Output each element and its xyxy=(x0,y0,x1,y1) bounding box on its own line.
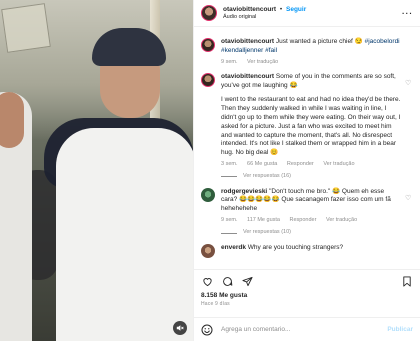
comment-like-icon[interactable]: ♡ xyxy=(405,188,413,237)
post-actions: 8.158 Me gusta Hace 9 días xyxy=(194,269,420,317)
author-username[interactable]: otaviobittencourt xyxy=(223,6,276,13)
share-button[interactable] xyxy=(241,275,253,287)
commenter-username[interactable]: rodgergevieski xyxy=(221,188,267,195)
commenter-username[interactable]: otaviobittencourt xyxy=(221,73,274,80)
author-avatar[interactable] xyxy=(201,5,217,21)
commenter-avatar[interactable] xyxy=(201,187,215,202)
post-viewer: otaviobittencourt • Seguir Áudio origina… xyxy=(0,0,420,341)
like-button[interactable] xyxy=(201,275,213,287)
bookmark-icon xyxy=(403,275,411,287)
more-options-icon[interactable]: ··· xyxy=(402,9,413,18)
hashtag[interactable]: #jacobelordi xyxy=(365,38,400,45)
hashtag[interactable]: #fail xyxy=(265,47,277,54)
emoji-icon[interactable] xyxy=(201,324,213,336)
comment-input[interactable] xyxy=(221,326,388,333)
comment-likes[interactable]: 66 Me gusta xyxy=(247,161,277,167)
replies-line xyxy=(221,232,237,234)
comment-composer: Publicar xyxy=(194,317,420,341)
comment-text-paragraph: I went to the restaurant to eat and had … xyxy=(221,96,401,157)
follow-button[interactable]: Seguir xyxy=(286,6,306,13)
hashtag[interactable]: #kendalljenner xyxy=(221,47,263,54)
mute-button[interactable] xyxy=(173,321,187,335)
view-replies-link[interactable]: Ver respuestas (16) xyxy=(221,173,401,180)
commenter-avatar[interactable] xyxy=(201,38,215,52)
comment-like-icon[interactable]: ♡ xyxy=(405,73,413,181)
commenter-username[interactable]: otaviobittencourt xyxy=(221,38,274,45)
audio-label[interactable]: Áudio original xyxy=(223,14,306,21)
translate-link[interactable]: Ver tradução xyxy=(247,59,278,65)
post-age[interactable]: Hace 9 días xyxy=(201,301,413,307)
save-button[interactable] xyxy=(401,275,413,287)
post-header: otaviobittencourt • Seguir Áudio origina… xyxy=(194,0,420,27)
comment-item: enverdk Why are you touching strangers? xyxy=(201,243,413,258)
comment-text: Why are you touching strangers? xyxy=(247,243,344,251)
view-replies-link[interactable]: Ver respuestas (10) xyxy=(221,229,401,236)
speaker-muted-icon xyxy=(176,325,184,331)
comment-text: Just wanted a picture chief 😏 xyxy=(275,38,365,45)
reply-link[interactable]: Responder xyxy=(290,217,317,223)
comment-bubble-icon xyxy=(222,276,232,286)
comments-list: otaviobittencourt Just wanted a picture … xyxy=(194,27,420,269)
comment-time[interactable]: 3 sem. xyxy=(221,161,238,167)
comment-item: otaviobittencourt Some of you in the com… xyxy=(201,72,413,181)
commenter-avatar[interactable] xyxy=(201,243,215,258)
comment-button[interactable] xyxy=(221,275,233,287)
video-left-head xyxy=(0,92,24,148)
commenter-avatar[interactable] xyxy=(201,72,215,87)
caption-comment: otaviobittencourt Just wanted a picture … xyxy=(201,38,413,66)
video-sign xyxy=(1,3,51,53)
view-replies-label: Ver respuestas (16) xyxy=(243,173,291,180)
post-side-panel: otaviobittencourt • Seguir Áudio origina… xyxy=(193,0,420,341)
heart-icon xyxy=(202,277,212,286)
comment-time[interactable]: 9 sem. xyxy=(221,217,238,223)
replies-line xyxy=(221,176,237,178)
comment-time[interactable]: 9 sem. xyxy=(221,59,238,65)
comment-item: rodgergevieski "Don't touch me bro." 😂 Q… xyxy=(201,187,413,237)
paper-plane-icon xyxy=(241,276,253,286)
publish-button[interactable]: Publicar xyxy=(387,326,413,333)
translate-link[interactable]: Ver tradução xyxy=(326,217,357,223)
reply-link[interactable]: Responder xyxy=(287,161,314,167)
post-video[interactable] xyxy=(0,0,193,341)
translate-link[interactable]: Ver tradução xyxy=(323,161,354,167)
view-replies-label: Ver respuestas (10) xyxy=(243,229,291,236)
author-info: otaviobittencourt • Seguir Áudio origina… xyxy=(223,6,306,21)
commenter-username[interactable]: enverdk xyxy=(221,244,246,251)
video-main-person-body xyxy=(56,128,193,341)
separator-dot: • xyxy=(279,5,283,13)
comment-likes[interactable]: 117 Me gusta xyxy=(247,217,280,223)
likes-count[interactable]: 8.158 Me gusta xyxy=(201,292,413,299)
